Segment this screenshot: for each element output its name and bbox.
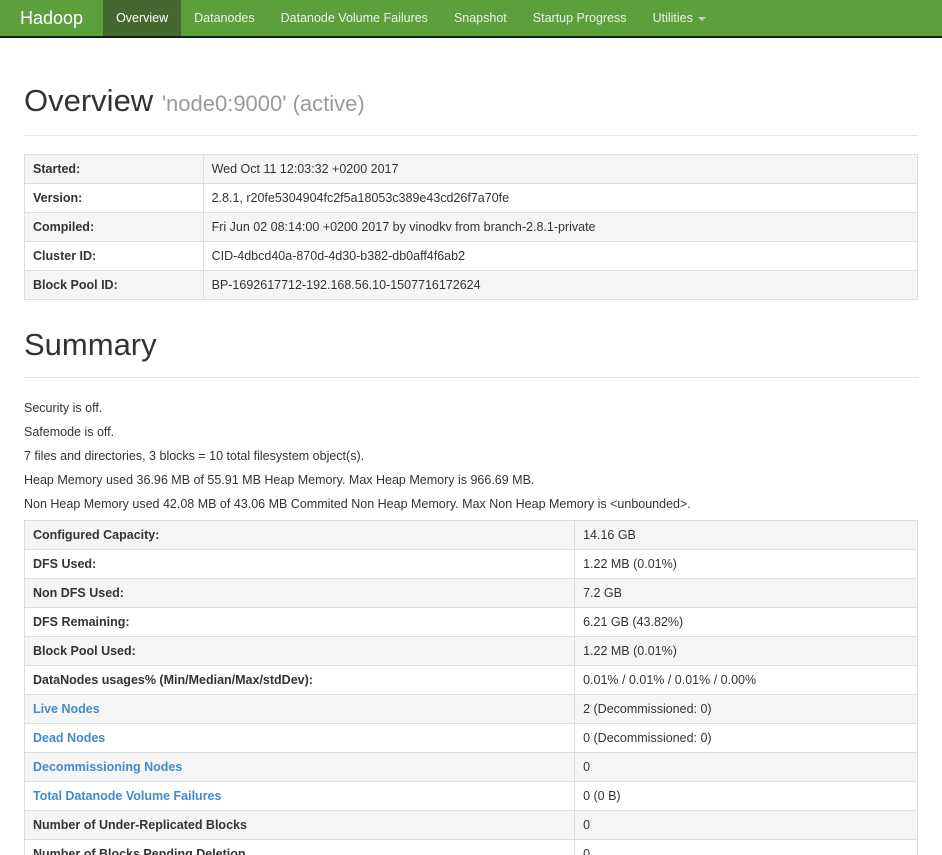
table-row: Block Pool ID: BP-1692617712-192.168.56.1…	[24, 270, 919, 300]
nav-link-label: Datanode Volume Failures	[280, 11, 428, 25]
nav-link-snapshot[interactable]: Snapshot	[441, 0, 520, 36]
row-value: BP-1692617712-192.168.56.10-150771617262…	[202, 270, 919, 300]
nav-link-datanode-volume-failures[interactable]: Datanode Volume Failures	[268, 0, 441, 36]
table-row: Total Datanode Volume Failures 0 (0 B)	[23, 781, 918, 811]
row-value: 14.16 GB	[574, 520, 918, 550]
row-label: Configured Capacity:	[23, 520, 576, 550]
summary-line: Heap Memory used 36.96 MB of 55.91 MB He…	[24, 473, 535, 487]
nav-link-label: Datanodes	[194, 11, 255, 25]
summary-line: Safemode is off.	[24, 425, 115, 439]
dead-nodes-link[interactable]: Dead Nodes	[33, 731, 105, 745]
nav-item-datanode-volume-failures: Datanode Volume Failures	[268, 0, 441, 36]
row-value: 6.21 GB (43.82%)	[574, 607, 918, 637]
decommissioning-nodes-link[interactable]: Decommissioning Nodes	[33, 760, 182, 774]
table-row: Cluster ID: CID-4dbcd40a-870d-4d30-b382-d…	[24, 241, 919, 271]
table-row: Version: 2.8.1, r20fe5304904fc2f5a18053c3…	[24, 183, 919, 213]
table-row: Number of Blocks Pending Deletion 0	[23, 839, 918, 855]
overview-info-table: Started: Wed Oct 11 12:03:32 +0200 2017 Ve…	[24, 154, 919, 300]
row-label: Block Pool ID:	[24, 270, 204, 300]
nav-item-utilities: Utilities	[640, 0, 719, 36]
row-value: CID-4dbcd40a-870d-4d30-b382-db0aff4f6ab2	[202, 241, 919, 271]
page-title: Overview 'node0:9000' (active)	[24, 84, 918, 121]
table-row: Configured Capacity: 14.16 GB	[23, 520, 918, 550]
row-label: Cluster ID:	[24, 241, 204, 271]
table-row: DFS Used: 1.22 MB (0.01%)	[23, 549, 918, 579]
row-label: DataNodes usages% (Min/Median/Max/stdDev…	[23, 665, 576, 695]
row-label: Started:	[24, 154, 204, 184]
nav-link-label: Startup Progress	[532, 11, 627, 25]
row-label: Version:	[24, 183, 204, 213]
row-value: 2.8.1, r20fe5304904fc2f5a18053c389e43cd2…	[202, 183, 919, 213]
row-value: 0 (0 B)	[574, 781, 918, 811]
row-value: 1.22 MB (0.01%)	[574, 636, 918, 666]
row-value: 0	[574, 752, 918, 782]
summary-line: Non Heap Memory used 42.08 MB of 43.06 M…	[24, 497, 691, 511]
row-value: 2 (Decommissioned: 0)	[574, 694, 918, 724]
row-label: Compiled:	[24, 212, 204, 242]
nav-item-snapshot: Snapshot	[441, 0, 520, 36]
row-value: 0	[574, 839, 918, 855]
page-title-text: Overview	[24, 83, 154, 118]
total-datanode-volume-failures-link[interactable]: Total Datanode Volume Failures	[33, 789, 221, 803]
row-label: Decommissioning Nodes	[23, 752, 576, 782]
row-label: Dead Nodes	[23, 723, 576, 753]
summary-paragraphs: Security is off. Safemode is off. 7 files …	[24, 400, 918, 512]
summary-line: 7 files and directories, 3 blocks = 10 t…	[24, 449, 365, 463]
summary-header: Summary	[24, 328, 918, 378]
summary-title: Summary	[24, 327, 157, 362]
row-value: 0.01% / 0.01% / 0.01% / 0.00%	[574, 665, 918, 695]
nav-link-label: Snapshot	[453, 11, 507, 25]
nav-link-overview[interactable]: Overview	[103, 0, 182, 36]
row-value: 0 (Decommissioned: 0)	[574, 723, 918, 753]
row-value: Wed Oct 11 12:03:32 +0200 2017	[202, 154, 919, 184]
table-row: Non DFS Used: 7.2 GB	[23, 578, 918, 608]
top-navbar: Hadoop Overview Datanodes Datanode Volume …	[0, 0, 942, 38]
row-label: Non DFS Used:	[23, 578, 576, 608]
row-label: DFS Used:	[23, 549, 576, 579]
summary-table: Configured Capacity: 14.16 GB DFS Used: 1.2…	[23, 520, 918, 855]
nav-link-label: Overview	[116, 11, 169, 25]
nav-item-datanodes: Datanodes	[181, 0, 267, 36]
row-label: Number of Under-Replicated Blocks	[23, 810, 576, 840]
nav-link-startup-progress[interactable]: Startup Progress	[520, 0, 640, 36]
table-row: DFS Remaining: 6.21 GB (43.82%)	[23, 607, 918, 637]
navbar-menu: Overview Datanodes Datanode Volume Failure…	[103, 0, 719, 36]
table-row: Decommissioning Nodes 0	[23, 752, 918, 782]
table-row: Dead Nodes 0 (Decommissioned: 0)	[23, 723, 918, 753]
nav-link-datanodes[interactable]: Datanodes	[181, 0, 267, 36]
nav-link-utilities[interactable]: Utilities	[640, 0, 719, 36]
brand-link[interactable]: Hadoop	[0, 0, 103, 36]
row-label: Live Nodes	[23, 694, 576, 724]
row-value: 7.2 GB	[574, 578, 918, 608]
chevron-down-icon	[697, 16, 706, 21]
row-value: 1.22 MB (0.01%)	[574, 549, 918, 579]
table-row: Started: Wed Oct 11 12:03:32 +0200 2017	[24, 154, 919, 184]
row-value: Fri Jun 02 08:14:00 +0200 2017 by vinodk…	[202, 212, 919, 242]
table-row: Number of Under-Replicated Blocks 0	[23, 810, 918, 840]
main-content: Overview 'node0:9000' (active) Started: W…	[0, 84, 942, 855]
live-nodes-link[interactable]: Live Nodes	[33, 702, 100, 716]
table-row: Block Pool Used: 1.22 MB (0.01%)	[23, 636, 918, 666]
nav-item-overview: Overview	[103, 0, 182, 36]
nav-item-startup-progress: Startup Progress	[520, 0, 640, 36]
row-label: Total Datanode Volume Failures	[23, 781, 576, 811]
table-row: Live Nodes 2 (Decommissioned: 0)	[23, 694, 918, 724]
table-row: Compiled: Fri Jun 02 08:14:00 +0200 2017 …	[24, 212, 919, 242]
nav-link-label: Utilities	[652, 11, 693, 25]
overview-header: Overview 'node0:9000' (active)	[24, 84, 918, 136]
table-row: DataNodes usages% (Min/Median/Max/stdDev…	[23, 665, 918, 695]
row-label: Number of Blocks Pending Deletion	[23, 839, 576, 855]
row-label: DFS Remaining:	[23, 607, 576, 637]
row-label: Block Pool Used:	[23, 636, 576, 666]
row-value: 0	[574, 810, 918, 840]
namenode-address-subtitle: 'node0:9000' (active)	[161, 91, 365, 116]
summary-line: Security is off.	[24, 401, 103, 415]
